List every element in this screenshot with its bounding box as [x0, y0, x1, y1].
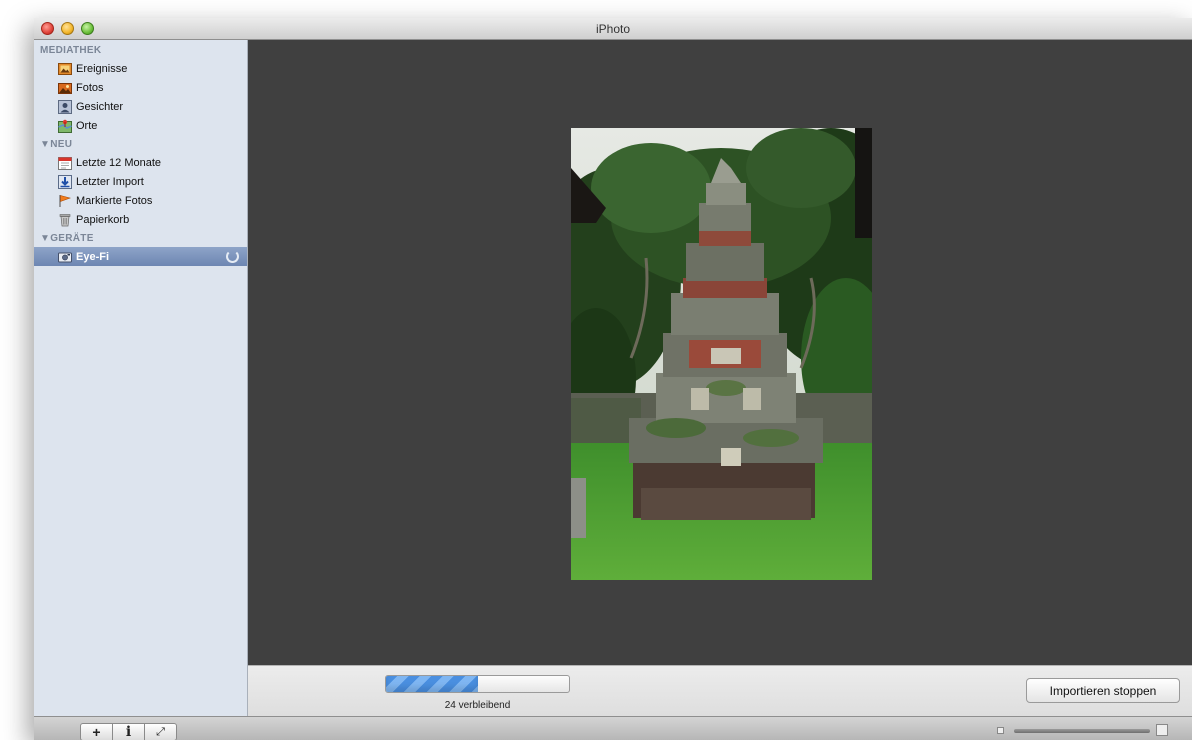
sidebar-item-label: Letzte 12 Monate — [76, 156, 162, 169]
photo-viewer — [248, 40, 1192, 665]
imported-photo[interactable] — [571, 128, 872, 580]
sidebar-item-label: Ereignisse — [76, 62, 128, 75]
sidebar-item-markierte-fotos[interactable]: Markierte Fotos — [34, 191, 247, 210]
iphoto-window: iPhoto MEDIATHEK Ereignisse Fotos Gesich… — [34, 18, 1192, 740]
bottom-toolbar: + i ⤢ — [34, 716, 1192, 740]
trash-icon — [59, 213, 71, 226]
places-icon — [58, 119, 72, 133]
faces-icon — [58, 99, 72, 114]
section-header-geraete[interactable]: ▼GERÄTE — [40, 233, 94, 244]
sidebar-item-letzter-import[interactable]: Letzter Import — [34, 172, 247, 191]
sidebar-item-fotos[interactable]: Fotos — [34, 78, 247, 97]
sidebar-item-label: Eye-Fi — [76, 250, 110, 263]
sidebar-item-label: Markierte Fotos — [76, 194, 153, 207]
fullscreen-button[interactable]: ⤢ — [144, 723, 177, 740]
title-bar[interactable]: iPhoto — [34, 18, 1192, 40]
sidebar-item-gesichter[interactable]: Gesichter — [34, 97, 247, 116]
sidebar-item-label: Papierkorb — [76, 213, 130, 226]
sidebar-item-letzte-12-monate[interactable]: Letzte 12 Monate — [34, 153, 247, 172]
import-progress-bar — [385, 675, 570, 693]
photos-icon — [58, 82, 72, 94]
events-icon — [58, 62, 72, 75]
flag-icon — [59, 194, 71, 207]
sidebar-item-label: Fotos — [76, 81, 104, 94]
sidebar-item-label: Gesichter — [76, 100, 124, 113]
sidebar-item-orte[interactable]: Orte — [34, 116, 247, 135]
import-icon — [58, 174, 72, 189]
sidebar-item-label: Letzter Import — [76, 175, 144, 188]
import-progress-fill — [386, 676, 478, 692]
calendar-icon — [58, 156, 72, 170]
stop-import-button[interactable]: Importieren stoppen — [1026, 678, 1180, 703]
info-button[interactable]: i — [112, 723, 145, 740]
section-header-neu[interactable]: ▼NEU — [40, 139, 72, 150]
import-bar: 24 verbleibend Importieren stoppen — [248, 665, 1192, 716]
camera-icon — [58, 252, 72, 262]
sidebar-item-label: Orte — [76, 119, 98, 132]
zoom-out-icon[interactable] — [997, 727, 1004, 734]
add-button[interactable]: + — [80, 723, 113, 740]
sidebar-item-eye-fi[interactable]: Eye-Fi — [34, 247, 247, 266]
section-header-mediathek: MEDIATHEK — [40, 45, 102, 56]
sidebar-item-papierkorb[interactable]: Papierkorb — [34, 210, 247, 229]
remaining-count: 24 verbleibend — [444, 700, 511, 711]
zoom-in-icon[interactable] — [1156, 724, 1168, 736]
sidebar-item-ereignisse[interactable]: Ereignisse — [34, 59, 247, 78]
zoom-slider[interactable] — [1014, 729, 1150, 733]
window-title: iPhoto — [595, 22, 631, 36]
sync-spinner-icon — [226, 250, 239, 263]
sidebar: MEDIATHEK Ereignisse Fotos Gesichter Ort… — [34, 40, 248, 716]
